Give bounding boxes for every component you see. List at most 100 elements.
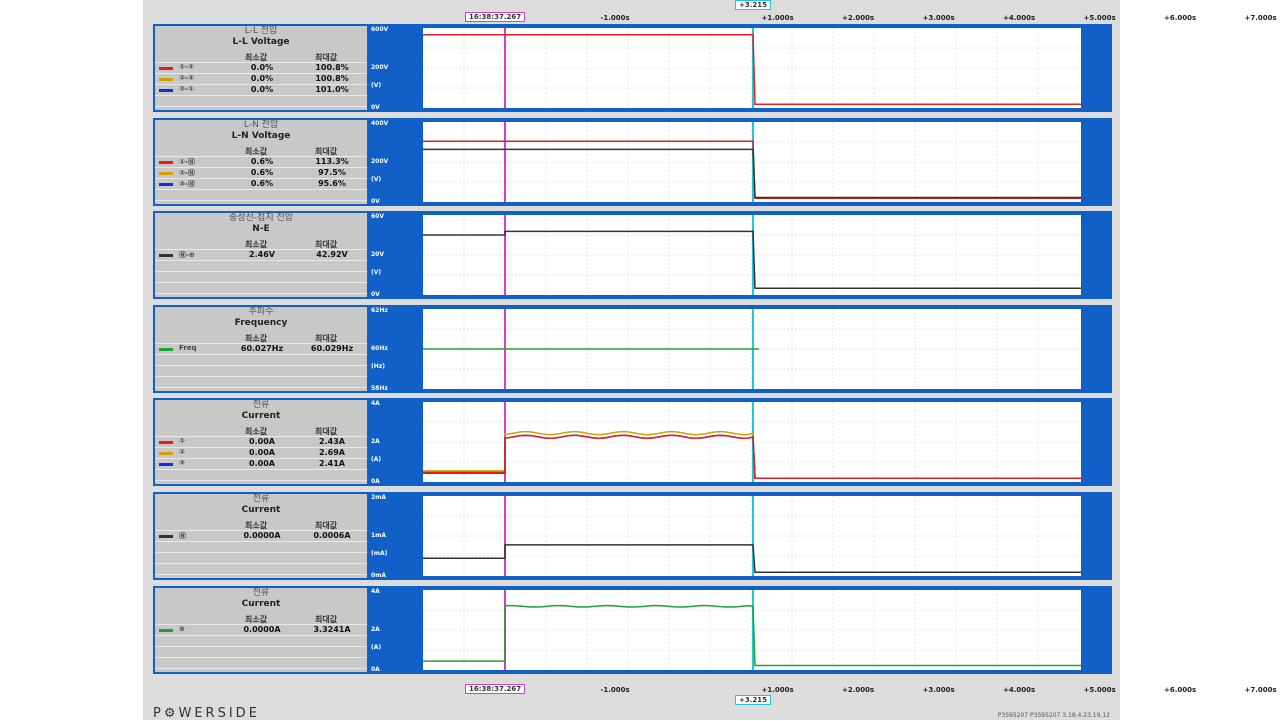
trend-svg — [423, 402, 1081, 482]
y-tick: 4A — [371, 588, 380, 595]
y-tick: 60Hz — [371, 345, 388, 352]
y-tick: 2mA — [371, 494, 387, 501]
y-scale: 4A 2A (A) 0A — [369, 588, 423, 673]
max-value: 3.3241A — [313, 625, 351, 634]
y-tick: 1mA — [371, 532, 387, 539]
channel-label: ②-Ⓝ — [179, 169, 195, 177]
y-tick: 600V — [371, 26, 389, 33]
max-value: 2.43A — [319, 437, 345, 446]
channel-label: ①-② — [179, 63, 194, 71]
plot-area — [423, 309, 1081, 389]
y-tick: 0mA — [371, 572, 387, 579]
trend-panel: L-N 전압 L-N Voltage 최소값 최대값 ①-Ⓝ 0.6% 113.3… — [153, 118, 1129, 206]
channel-label: Ⓝ — [179, 532, 186, 540]
legend-row: Ⓝ-⊕ 2.46V 42.92V — [155, 250, 367, 261]
cursor-a-label[interactable]: 16:38:37.267 — [465, 12, 526, 22]
max-value: 101.0% — [315, 85, 349, 94]
series-swatch — [159, 348, 173, 351]
trend-panel: 전류 Current 최소값 최대값 Ⓝ 0.0000A 0.0006A 2mA 1… — [153, 492, 1129, 580]
trend-panel: 전류 Current 최소값 최대값 ⊕ 0.0000A 3.3241A 4A 2A… — [153, 586, 1129, 674]
series-swatch — [159, 535, 173, 538]
legend-row: ⊕ 0.0000A 3.3241A — [155, 625, 367, 636]
series-swatch — [159, 452, 173, 455]
time-tick: +4.000s — [1003, 686, 1036, 694]
trend-svg — [423, 590, 1081, 670]
brand-strip: Powerside.com — [1086, 26, 1129, 110]
legend-table: 중성선-접지 전압 N-E 최소값 최대값 Ⓝ-⊕ 2.46V 42.92V — [155, 213, 367, 297]
min-value: 60.027Hz — [240, 344, 284, 353]
channel-label: ③-Ⓝ — [179, 180, 195, 188]
series-swatch — [159, 67, 173, 70]
footer-info: P3595207 P3595207 3.18.4.23.19.12 — [997, 712, 1110, 719]
time-tick: +3.000s — [922, 686, 955, 694]
y-tick: 60V — [371, 213, 384, 220]
min-value: 0.0000A — [243, 625, 281, 634]
channel-label: ⊕ — [179, 625, 185, 633]
time-tick: +2.000s — [842, 14, 875, 22]
legend-row: ① 0.00A 2.43A — [155, 437, 367, 448]
y-scale: 600V 200V (V) 0V — [369, 26, 423, 111]
min-value: 0.0% — [250, 63, 274, 72]
min-value: 0.00A — [249, 437, 275, 446]
channel-label: ③ — [179, 459, 185, 467]
report-sheet: -1.000s +1.000s +2.000s +3.000s +4.000s +5.00… — [143, 0, 1277, 721]
series-swatch — [159, 441, 173, 444]
trend-svg — [423, 122, 1081, 202]
min-value: 2.46V — [249, 250, 275, 259]
legend-row: ② 0.00A 2.69A — [155, 448, 367, 459]
time-tick: +1.000s — [761, 14, 794, 22]
y-scale: 4A 2A (A) 0A — [369, 400, 423, 485]
trend-panel: 중성선-접지 전압 N-E 최소값 최대값 Ⓝ-⊕ 2.46V 42.92V 60… — [153, 211, 1129, 299]
legend-row: ①-Ⓝ 0.6% 113.3% — [155, 157, 367, 168]
plot-area — [423, 590, 1081, 670]
trend-panel: 전류 Current 최소값 최대값 ① 0.00A 2.43A ② 0.00A … — [153, 398, 1129, 486]
max-value: 42.92V — [316, 250, 348, 259]
time-tick: +7.000s — [1244, 686, 1277, 694]
plot-area — [423, 215, 1081, 295]
legend-row: ③-① 0.0% 101.0% — [155, 85, 367, 96]
time-tick: +5.000s — [1083, 14, 1116, 22]
cursor-b-label[interactable]: +3.215 — [735, 695, 772, 705]
cursor-b-label[interactable]: +3.215 — [735, 0, 772, 10]
series-swatch — [159, 183, 173, 186]
trend-panel: L-L 전압 L-L Voltage 최소값 최대값 ①-② 0.0% 100.8… — [153, 24, 1129, 112]
legend-row: ③ 0.00A 2.41A — [155, 459, 367, 470]
channel-label: ① — [179, 437, 185, 445]
y-tick: 400V — [371, 120, 389, 127]
max-value: 2.41A — [319, 459, 345, 468]
channel-label: Freq — [179, 344, 197, 352]
legend-table: L-L 전압 L-L Voltage 최소값 최대값 ①-② 0.0% 100.8… — [155, 26, 367, 110]
legend-table: 전류 Current 최소값 최대값 ⊕ 0.0000A 3.3241A — [155, 588, 367, 672]
y-tick: 0A — [371, 478, 380, 485]
legend-row: ③-Ⓝ 0.6% 95.6% — [155, 179, 367, 190]
series-swatch — [159, 89, 173, 92]
series-swatch — [159, 78, 173, 81]
legend-table: L-N 전압 L-N Voltage 최소값 최대값 ①-Ⓝ 0.6% 113.3… — [155, 120, 367, 204]
panel-title: 중성선-접지 전압 N-E — [228, 213, 294, 234]
legend-table: 주파수 Frequency 최소값 최대값 Freq 60.027Hz 60.02… — [155, 307, 367, 391]
y-tick: 0V — [371, 198, 380, 205]
trend-svg — [423, 496, 1081, 576]
min-value: 0.6% — [250, 179, 274, 188]
y-tick: 2A — [371, 438, 380, 445]
legend-row: Freq 60.027Hz 60.029Hz — [155, 344, 367, 355]
brand-strip: Powerside.com — [1086, 213, 1129, 297]
y-tick: 4A — [371, 400, 380, 407]
y-tick: 200V — [371, 64, 389, 71]
legend-row: Ⓝ 0.0000A 0.0006A — [155, 531, 367, 542]
plot-area — [423, 402, 1081, 482]
min-value: 0.0000A — [243, 531, 281, 540]
legend-table: 전류 Current 최소값 최대값 ① 0.00A 2.43A ② 0.00A … — [155, 400, 367, 484]
cursor-a-label[interactable]: 16:38:37.267 — [465, 684, 526, 694]
y-scale: 62Hz 60Hz (Hz) 58Hz — [369, 307, 423, 392]
y-scale: 400V 200V (V) 0V — [369, 120, 423, 205]
min-value: 0.00A — [249, 459, 275, 468]
time-axis-top: -1.000s +1.000s +2.000s +3.000s +4.000s +5.00… — [143, 0, 1277, 24]
panel-title: 전류 Current — [241, 494, 281, 515]
trend-svg — [423, 309, 1081, 389]
time-tick: -1.000s — [600, 14, 630, 22]
brand-strip: Powerside.com — [1086, 588, 1129, 672]
plot-area — [423, 122, 1081, 202]
y-tick: 0V — [371, 291, 380, 298]
time-tick: +1.000s — [761, 686, 794, 694]
